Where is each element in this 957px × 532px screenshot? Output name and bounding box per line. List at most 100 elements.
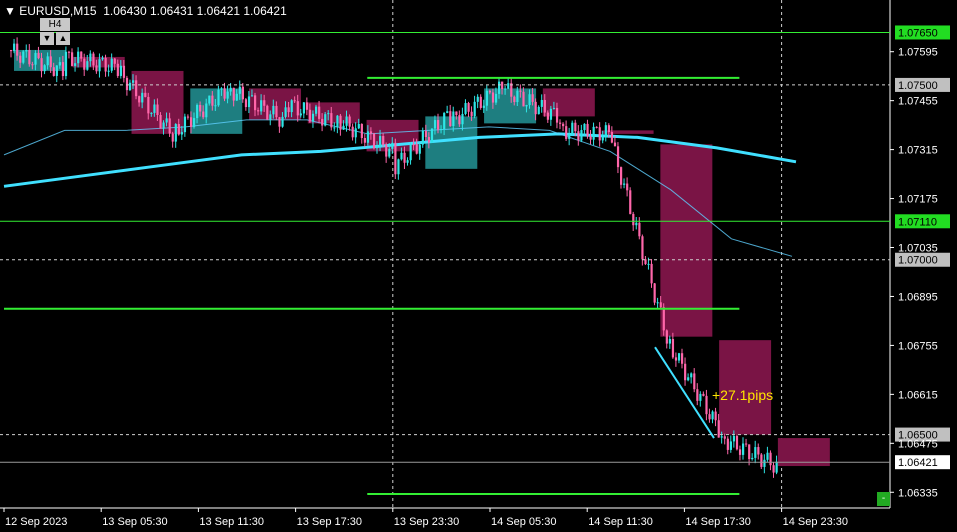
candle-body bbox=[681, 353, 684, 364]
candle-body bbox=[595, 126, 598, 128]
candle-body bbox=[311, 113, 315, 122]
candle-body bbox=[586, 123, 589, 137]
candle-body bbox=[391, 142, 394, 149]
candle-body bbox=[748, 444, 751, 460]
candle-body bbox=[574, 122, 577, 132]
timeframe-selector[interactable]: H4 ▼ ▲ bbox=[40, 18, 70, 46]
candle-body bbox=[22, 51, 25, 63]
candle-body bbox=[287, 107, 290, 113]
candle-body bbox=[525, 105, 528, 107]
candle-body bbox=[189, 117, 193, 127]
candle-body bbox=[116, 63, 119, 76]
candle-body bbox=[254, 95, 257, 111]
candle-body bbox=[754, 447, 757, 458]
candle-body bbox=[488, 90, 492, 93]
price-tick-label: 1.07315 bbox=[898, 145, 938, 157]
candle-body bbox=[339, 115, 342, 130]
price-tick-label: 1.06895 bbox=[898, 291, 938, 303]
price-chart[interactable]: 1.076501.075001.071101.070001.065001.064… bbox=[0, 0, 957, 532]
candle-body bbox=[589, 136, 592, 140]
candle-body bbox=[623, 183, 626, 185]
candle-body bbox=[147, 96, 150, 114]
candle-body bbox=[659, 302, 662, 308]
candle-body bbox=[223, 88, 226, 99]
candle-body bbox=[449, 111, 452, 127]
candle-body bbox=[113, 58, 116, 64]
candle-body bbox=[516, 90, 519, 103]
candle-body bbox=[235, 93, 238, 101]
candle-body bbox=[156, 104, 159, 116]
candle-body bbox=[144, 92, 147, 97]
candle-body bbox=[260, 100, 263, 112]
candle-body bbox=[363, 138, 366, 143]
triangle-down-icon[interactable]: ▼ bbox=[40, 32, 54, 45]
candle-body bbox=[665, 330, 668, 344]
candle-body bbox=[446, 111, 449, 114]
candle-body bbox=[46, 56, 49, 66]
candle-body bbox=[327, 113, 330, 115]
candle-body bbox=[635, 222, 638, 226]
candle-body bbox=[269, 114, 272, 120]
candle-body bbox=[299, 113, 302, 116]
minimize-button[interactable]: - bbox=[877, 492, 890, 506]
candle-body bbox=[540, 99, 543, 107]
candle-body bbox=[498, 81, 501, 94]
candle-body bbox=[98, 59, 101, 72]
candle-body bbox=[528, 94, 531, 106]
candle-body bbox=[77, 51, 80, 64]
candle-body bbox=[360, 123, 363, 139]
time-tick-label: 12 Sep 2023 bbox=[5, 516, 67, 528]
candle-body bbox=[549, 108, 553, 120]
candle-body bbox=[388, 148, 391, 157]
candle-body bbox=[598, 127, 601, 141]
candle-body bbox=[382, 136, 385, 145]
candle-body bbox=[214, 105, 217, 107]
candle-body bbox=[552, 107, 556, 109]
triangle-up-icon[interactable]: ▲ bbox=[56, 32, 70, 45]
candle-body bbox=[641, 236, 644, 260]
candle-body bbox=[174, 124, 177, 142]
candle-body bbox=[64, 51, 68, 77]
candle-body bbox=[723, 436, 726, 439]
candle-body bbox=[482, 105, 485, 108]
candle-body bbox=[714, 411, 717, 421]
candle-body bbox=[601, 137, 604, 141]
candle-body bbox=[629, 190, 632, 214]
candle-body bbox=[647, 263, 650, 265]
candle-body bbox=[202, 111, 205, 118]
candle-body bbox=[74, 63, 77, 66]
candle-body bbox=[168, 118, 171, 134]
candle-body bbox=[418, 144, 421, 154]
candle-body bbox=[708, 414, 711, 420]
candle-body bbox=[522, 91, 525, 107]
candle-body bbox=[473, 101, 476, 117]
candle-body bbox=[40, 58, 43, 72]
candle-body bbox=[476, 96, 479, 102]
candle-body bbox=[31, 64, 34, 66]
candle-body bbox=[696, 389, 699, 401]
candle-body bbox=[604, 125, 607, 138]
candle-body bbox=[342, 125, 345, 130]
candle-body bbox=[745, 443, 748, 445]
candle-body bbox=[690, 373, 693, 378]
candle-body bbox=[357, 123, 360, 129]
candle-body bbox=[610, 132, 614, 143]
candle-body bbox=[220, 88, 223, 90]
candle-body bbox=[107, 70, 110, 72]
candle-body bbox=[321, 118, 324, 126]
candle-body bbox=[452, 111, 455, 127]
price-tick-label: 1.07595 bbox=[898, 47, 938, 59]
candle-body bbox=[247, 96, 251, 108]
price-tick-label: 1.06615 bbox=[898, 389, 938, 401]
candle-body bbox=[443, 113, 446, 130]
candle-body bbox=[52, 67, 55, 76]
candle-body bbox=[278, 117, 281, 127]
candle-body bbox=[400, 152, 403, 160]
candle-body bbox=[165, 118, 168, 123]
h4-box bbox=[14, 49, 66, 71]
candle-body bbox=[412, 144, 415, 146]
candle-body bbox=[110, 58, 113, 71]
candle-body bbox=[135, 80, 138, 97]
candle-body bbox=[738, 449, 742, 455]
symbol-timeframe: EURUSD,M15 bbox=[19, 4, 97, 18]
